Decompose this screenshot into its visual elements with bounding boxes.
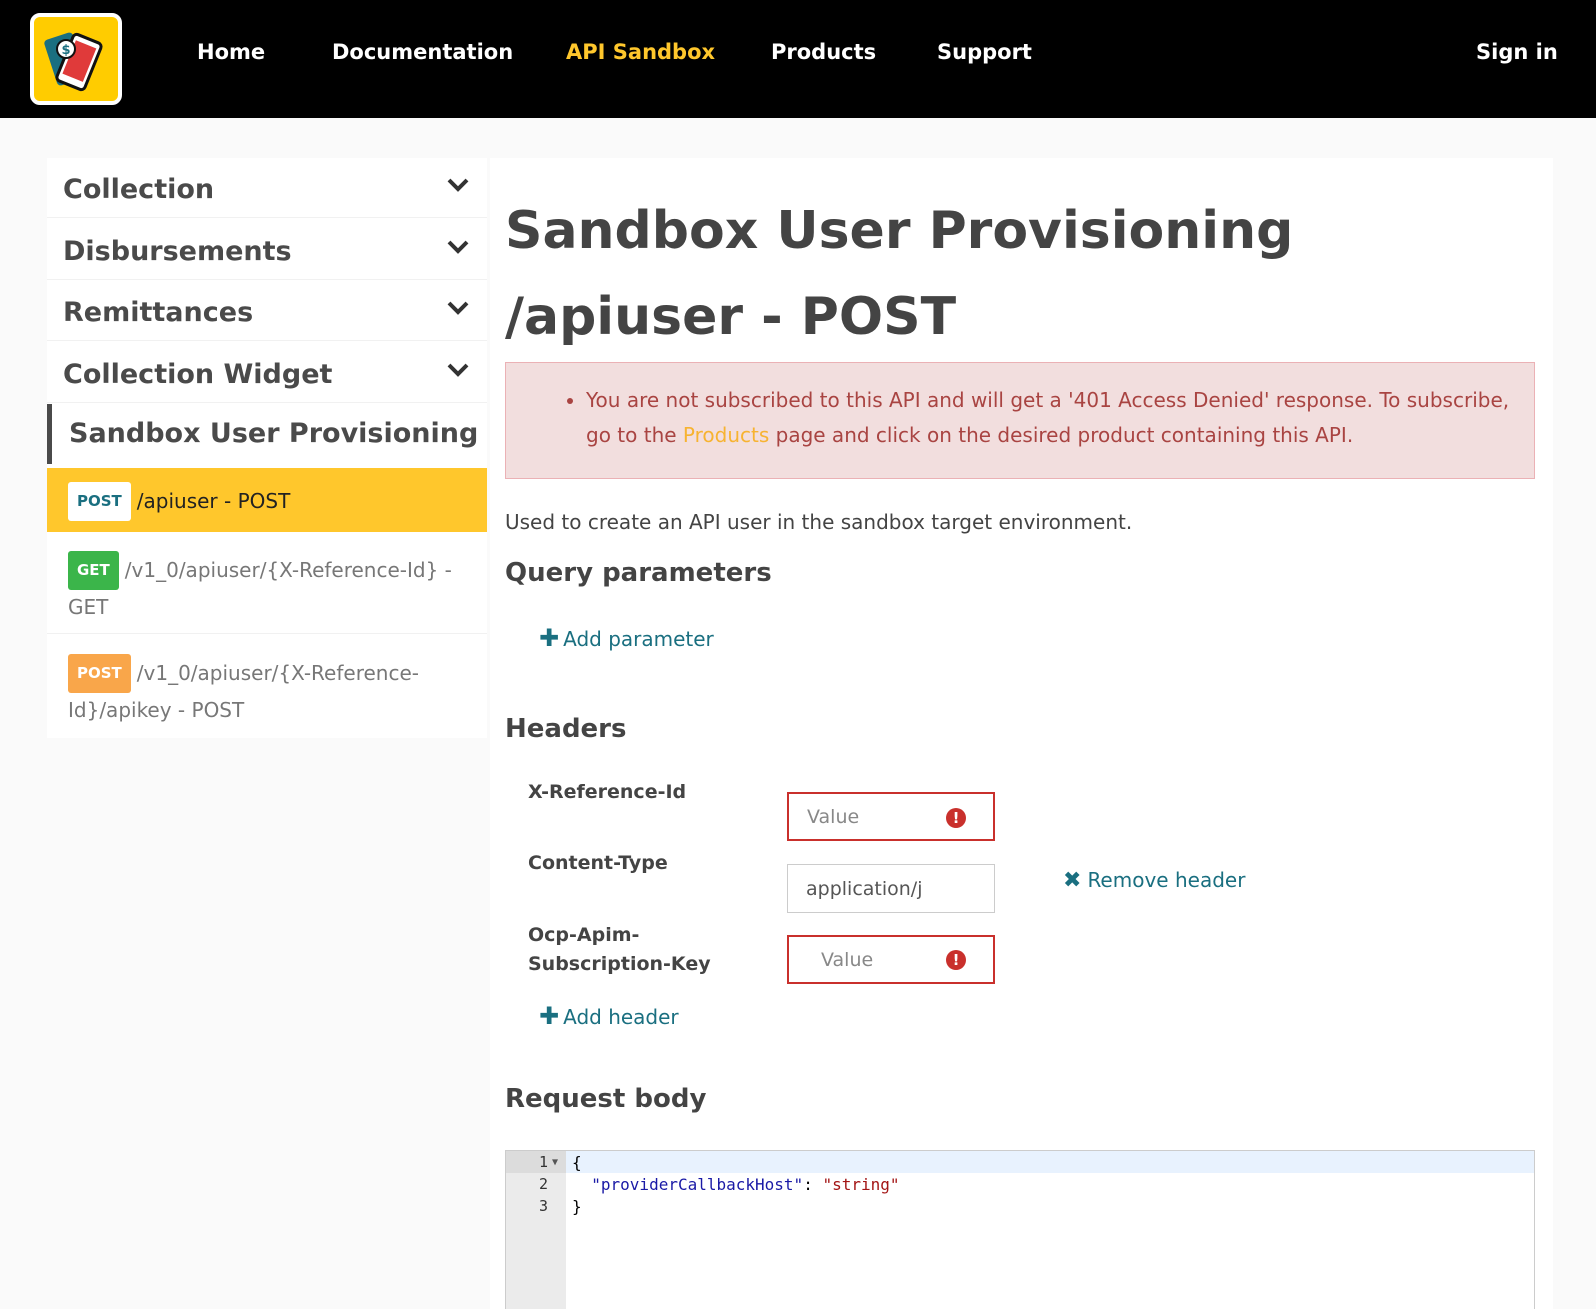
header-name: X-Reference-Id <box>528 781 687 803</box>
sidebar-group-sandbox-user-provisioning[interactable]: Sandbox User Provisioning <box>47 404 487 464</box>
header-name: Ocp-Apim-Subscription-Key <box>528 924 711 975</box>
operation-post-apiuser[interactable]: POST/apiuser - POST <box>47 468 487 532</box>
nav-api-sandbox[interactable]: API Sandbox <box>566 40 715 64</box>
request-body-editor[interactable]: 1 ▼ 2 3 { "providerCallbackHost": "strin… <box>505 1150 1535 1309</box>
headers-heading: Headers <box>505 714 627 744</box>
header-name: Content-Type <box>528 852 668 874</box>
code-line: } <box>572 1197 582 1216</box>
chevron-down-icon <box>447 363 469 377</box>
api-sidebar: Collection Disbursements Remittances Col… <box>47 158 487 738</box>
sidebar-group-label: Collection <box>63 174 215 205</box>
sidebar-group-disbursements[interactable]: Disbursements <box>47 220 487 280</box>
operation-path: /apiuser - POST <box>136 489 291 513</box>
method-badge-post: POST <box>68 654 131 693</box>
error-icon: ! <box>946 808 966 828</box>
plus-icon: ✚ <box>539 624 560 652</box>
sidebar-group-label: Remittances <box>63 297 254 328</box>
sidebar-group-label: Collection Widget <box>63 359 333 390</box>
query-parameters-heading: Query parameters <box>505 558 772 588</box>
close-icon: ✖ <box>1063 868 1082 893</box>
chevron-down-icon <box>447 301 469 315</box>
sidebar-group-collection[interactable]: Collection <box>47 158 487 218</box>
method-badge-post: POST <box>68 482 131 521</box>
fold-arrow-icon[interactable]: ▼ <box>552 1157 558 1168</box>
operation-description: Used to create an API user in the sandbo… <box>505 510 1133 534</box>
plus-icon: ✚ <box>539 1002 560 1030</box>
page-title: Sandbox User Provisioning /apiuser - POS… <box>505 201 1294 347</box>
sign-in-link[interactable]: Sign in <box>1476 40 1558 64</box>
nav-home[interactable]: Home <box>197 40 265 64</box>
code-line: { <box>572 1153 582 1172</box>
brand-logo[interactable]: $ <box>30 13 122 105</box>
wallet-phone-icon: $ <box>44 32 103 92</box>
products-link[interactable]: Products <box>683 423 769 447</box>
remove-header-button[interactable]: ✖ Remove header <box>1063 868 1245 893</box>
error-icon: ! <box>946 950 966 970</box>
operation-path: /v1_0/apiuser/{X-Reference-Id} - GET <box>68 558 452 619</box>
chevron-down-icon <box>447 240 469 254</box>
request-body-heading: Request body <box>505 1084 707 1114</box>
sidebar-group-label: Sandbox User Provisioning <box>69 418 479 449</box>
sidebar-group-collection-widget[interactable]: Collection Widget <box>47 343 487 403</box>
line-number: 1 <box>538 1153 548 1171</box>
operation-get-apiuser-reference[interactable]: GET/v1_0/apiuser/{X-Reference-Id} - GET <box>47 532 487 634</box>
add-header-button[interactable]: ✚ Add header <box>539 1002 679 1030</box>
content-type-input[interactable] <box>787 864 995 913</box>
line-number: 2 <box>538 1175 548 1193</box>
top-navbar: $ Home Documentation API Sandbox Product… <box>0 0 1596 118</box>
chevron-down-icon <box>447 178 469 192</box>
method-badge-get: GET <box>68 551 119 590</box>
alert-message: You are not subscribed to this API and w… <box>586 383 1516 453</box>
line-number: 3 <box>538 1197 548 1215</box>
nav-documentation[interactable]: Documentation <box>332 40 513 64</box>
editor-active-line <box>506 1151 1534 1173</box>
nav-support[interactable]: Support <box>937 40 1032 64</box>
code-line: "providerCallbackHost": "string" <box>591 1175 900 1194</box>
sidebar-group-remittances[interactable]: Remittances <box>47 281 487 341</box>
operation-post-apikey[interactable]: POST/v1_0/apiuser/{X-Reference-Id}/apike… <box>47 635 487 735</box>
svg-text:$: $ <box>61 43 70 58</box>
operation-detail-panel: Sandbox User Provisioning /apiuser - POS… <box>490 158 1553 1309</box>
nav-products[interactable]: Products <box>771 40 876 64</box>
add-parameter-button[interactable]: ✚ Add parameter <box>539 624 714 652</box>
subscription-alert: You are not subscribed to this API and w… <box>505 362 1535 479</box>
sidebar-group-label: Disbursements <box>63 236 292 267</box>
